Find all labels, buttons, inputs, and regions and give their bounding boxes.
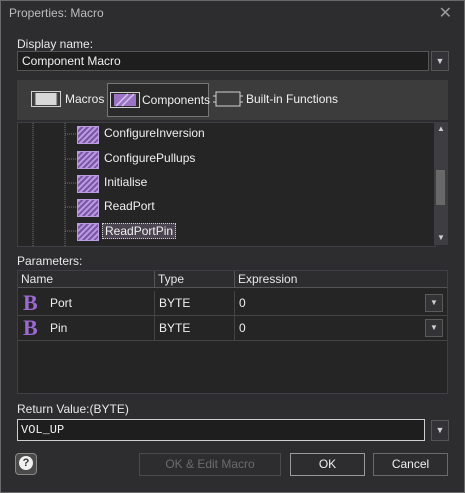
builtin-function-icon — [213, 91, 243, 107]
properties-macro-dialog: Properties: Macro ✕ Display name: Compon… — [0, 0, 465, 493]
return-value-dropdown-button[interactable]: ▼ — [431, 420, 449, 441]
component-icon — [110, 92, 140, 108]
tree-item-label: Initialise — [104, 175, 148, 189]
tab-macros-label: Macros — [65, 92, 105, 106]
display-name-dropdown-button[interactable]: ▼ — [431, 51, 449, 71]
ok-button[interactable]: OK — [290, 453, 365, 476]
help-button[interactable]: ? — [15, 453, 37, 475]
macro-icon — [77, 126, 99, 144]
tree-item-label: ReadPortPin — [102, 223, 177, 239]
param-name: Port — [50, 296, 73, 310]
cancel-button[interactable]: Cancel — [373, 453, 448, 476]
return-value-input[interactable]: VOL_UP — [17, 419, 425, 441]
param-expression-cell[interactable]: 0 ▼ — [235, 316, 447, 340]
table-row[interactable]: B Pin BYTE 0 ▼ — [18, 316, 447, 341]
component-macro-tree[interactable]: ConfigureInversion ConfigurePullups Init… — [17, 122, 436, 247]
table-row[interactable]: B Port BYTE 0 ▼ — [18, 291, 447, 316]
macro-icon — [77, 223, 99, 241]
window-title: Properties: Macro — [9, 6, 104, 20]
chevron-down-icon[interactable]: ▼ — [425, 319, 443, 337]
tab-components-label: Components — [142, 93, 211, 107]
param-type: BYTE — [155, 291, 235, 315]
title-bar[interactable]: Properties: Macro ✕ — [1, 1, 464, 25]
param-name-cell: B Port — [18, 291, 155, 315]
chevron-down-icon[interactable]: ▼ — [425, 294, 443, 312]
tree-item-label: ConfigurePullups — [104, 151, 196, 165]
tree-item-label: ConfigureInversion — [104, 126, 205, 140]
tab-components[interactable]: Components — [107, 83, 211, 117]
param-type: BYTE — [155, 316, 235, 340]
param-expression-cell[interactable]: 0 ▼ — [235, 291, 447, 315]
macro-icon — [77, 199, 99, 217]
column-header-expression[interactable]: Expression — [235, 271, 447, 288]
scroll-up-icon[interactable]: ▲ — [434, 123, 448, 135]
return-value-text: VOL_UP — [21, 423, 65, 437]
tab-macros[interactable]: Macros — [29, 83, 117, 115]
display-name-label: Display name: — [17, 37, 94, 51]
column-header-name[interactable]: Name — [18, 271, 155, 288]
param-expression: 0 — [239, 296, 246, 310]
return-value-label: Return Value:(BYTE) — [17, 402, 129, 416]
help-icon: ? — [19, 456, 33, 470]
display-name-value: Component Macro — [22, 54, 121, 68]
tab-builtin-functions-label: Built-in Functions — [246, 92, 339, 106]
close-icon[interactable]: ✕ — [439, 3, 452, 23]
ok-edit-macro-button[interactable]: OK & Edit Macro — [139, 453, 281, 476]
chevron-down-icon: ▼ — [435, 56, 445, 66]
macro-icon — [31, 91, 61, 107]
scrollbar-thumb[interactable] — [436, 170, 445, 205]
byte-type-icon: B — [23, 315, 38, 340]
macro-icon — [77, 151, 99, 169]
param-name-cell: B Pin — [18, 316, 155, 340]
tree-scrollbar[interactable]: ▲ ▼ — [434, 122, 448, 245]
param-name: Pin — [50, 321, 68, 335]
parameters-label: Parameters: — [17, 254, 83, 268]
parameters-grid: Name Type Expression B Port BYTE 0 ▼ B P… — [17, 270, 448, 394]
scroll-down-icon[interactable]: ▼ — [434, 232, 448, 244]
display-name-field[interactable]: Component Macro — [17, 51, 429, 71]
category-tabs: Macros Components Built-in Functions — [17, 80, 448, 120]
tree-item-label: ReadPort — [104, 199, 155, 213]
chevron-down-icon: ▼ — [435, 425, 445, 435]
column-header-type[interactable]: Type — [155, 271, 235, 288]
tab-builtin-functions[interactable]: Built-in Functions — [213, 83, 345, 115]
byte-type-icon: B — [23, 290, 38, 315]
macro-icon — [77, 175, 99, 193]
param-expression: 0 — [239, 321, 246, 335]
